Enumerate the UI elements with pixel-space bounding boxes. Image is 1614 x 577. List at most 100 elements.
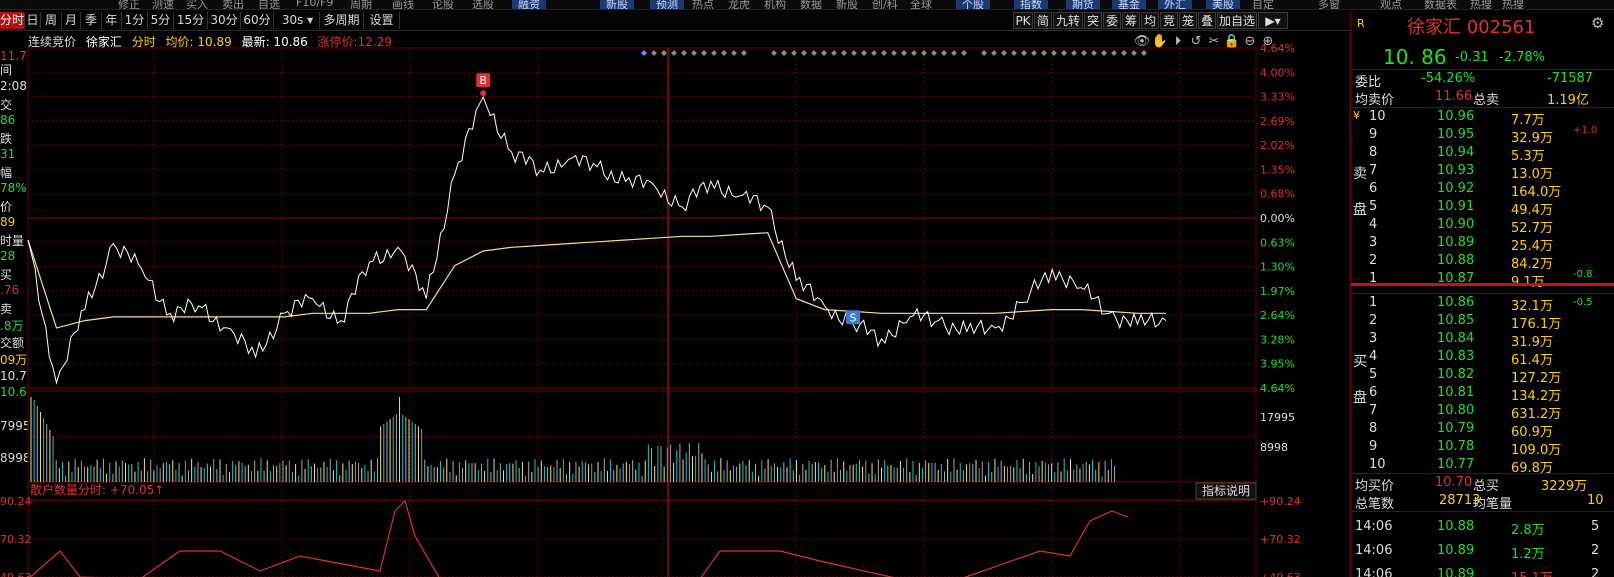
top-menu-item-30[interactable]: 热搜 (1470, 0, 1492, 9)
top-menu-item-18[interactable]: 创/科 (872, 0, 898, 9)
event-diamond-icon[interactable] (991, 50, 997, 56)
top-menu-item-24[interactable]: 外汇 (1158, 0, 1192, 9)
event-diamond-icon[interactable] (1021, 50, 1027, 56)
period-tab-13[interactable]: 设置 (364, 12, 400, 29)
event-diamond-icon[interactable] (691, 50, 697, 56)
overlay-button-8[interactable]: 笼 (1179, 12, 1197, 29)
event-diamond-icon[interactable] (1001, 50, 1007, 56)
overlay-button-1[interactable]: 简 (1034, 12, 1052, 29)
top-menu-item-23[interactable]: 基金 (1112, 0, 1146, 9)
event-diamond-icon[interactable] (651, 50, 657, 56)
event-diamond-icon[interactable] (901, 50, 907, 56)
event-diamond-icon[interactable] (821, 50, 827, 56)
period-tab-3[interactable]: 月 (62, 12, 81, 29)
event-diamond-icon[interactable] (1051, 50, 1057, 56)
top-menu-item-3[interactable]: 卖出 (222, 0, 244, 9)
top-menu-item-12[interactable]: 预测 (650, 0, 684, 9)
event-diamond-icon[interactable] (881, 50, 887, 56)
overlay-button-0[interactable]: PK (1013, 12, 1033, 29)
top-menu-item-26[interactable]: 自定 (1252, 0, 1274, 9)
overlay-button-5[interactable]: 筹 (1122, 12, 1140, 29)
event-diamond-icon[interactable] (731, 50, 737, 56)
period-tab-0[interactable]: 分时 (0, 12, 25, 29)
event-diamond-icon[interactable] (921, 50, 927, 56)
top-menu-item-6[interactable]: 周期 (350, 0, 372, 9)
event-diamond-icon[interactable] (791, 50, 797, 56)
top-menu-item-31[interactable]: 热搜 (1502, 0, 1524, 9)
overlay-button-7[interactable]: 竞 (1160, 12, 1178, 29)
top-menu-item-1[interactable]: 测速 (152, 0, 174, 9)
period-tab-11[interactable]: 30s ▾ (276, 12, 320, 29)
event-diamond-icon[interactable] (781, 50, 787, 56)
event-diamond-icon[interactable] (1071, 50, 1077, 56)
top-menu-item-0[interactable]: 修正 (118, 0, 140, 9)
top-menu-item-16[interactable]: 数据 (800, 0, 822, 9)
top-menu-item-9[interactable]: 选股 (472, 0, 494, 9)
event-diamond-icon[interactable] (1041, 50, 1047, 56)
top-menu-item-10[interactable]: 融资 (512, 0, 546, 9)
top-menu-item-2[interactable]: 买入 (186, 0, 208, 9)
event-diamond-icon[interactable] (1111, 50, 1117, 56)
top-menu-item-13[interactable]: 热点 (692, 0, 714, 9)
period-tab-8[interactable]: 15分 (174, 12, 208, 29)
overlay-button-3[interactable]: 突 (1084, 12, 1102, 29)
overlay-button-9[interactable]: 叠 (1198, 12, 1216, 29)
overlay-button-6[interactable]: 均 (1141, 12, 1159, 29)
event-diamond-icon[interactable] (771, 50, 777, 56)
event-diamond-icon[interactable] (1081, 50, 1087, 56)
period-tab-4[interactable]: 季 (81, 12, 102, 29)
event-diamond-icon[interactable] (1141, 50, 1147, 56)
top-menu-item-17[interactable]: 新股 (836, 0, 858, 9)
event-diamond-icon[interactable] (871, 50, 877, 56)
event-diamond-icon[interactable] (1121, 50, 1127, 56)
event-diamond-icon[interactable] (941, 50, 947, 56)
event-diamond-icon[interactable] (661, 50, 667, 56)
event-diamond-icon[interactable] (1011, 50, 1017, 56)
event-diamond-icon[interactable] (701, 50, 707, 56)
event-diamond-icon[interactable] (1131, 50, 1137, 56)
event-diamond-icon[interactable] (721, 50, 727, 56)
period-tab-5[interactable]: 年 (102, 12, 122, 29)
top-menu-item-5[interactable]: F10/F9 (296, 0, 333, 9)
top-menu-item-4[interactable]: 自选 (258, 0, 280, 9)
period-tab-7[interactable]: 5分 (148, 12, 174, 29)
period-tab-6[interactable]: 1分 (122, 12, 148, 29)
period-tab-10[interactable]: 60分 (241, 12, 274, 29)
event-diamond-icon[interactable] (861, 50, 867, 56)
event-diamond-icon[interactable] (681, 50, 687, 56)
top-menu-item-19[interactable]: 全球 (910, 0, 932, 9)
event-diamond-icon[interactable] (1101, 50, 1107, 56)
event-diamond-icon[interactable] (831, 50, 837, 56)
top-menu-item-21[interactable]: 指数 (1014, 0, 1048, 9)
gear-icon[interactable]: ⚙ (1591, 14, 1604, 32)
event-diamond-icon[interactable] (841, 50, 847, 56)
event-diamond-icon[interactable] (911, 50, 917, 56)
event-diamond-icon[interactable] (1061, 50, 1067, 56)
top-menu-item-20[interactable]: 个股 (956, 0, 990, 9)
event-diamond-icon[interactable] (801, 50, 807, 56)
top-menu-item-14[interactable]: 龙虎 (728, 0, 750, 9)
period-tab-12[interactable]: 多周期 (320, 12, 364, 29)
event-diamond-icon[interactable] (891, 50, 897, 56)
event-diamond-icon[interactable] (851, 50, 857, 56)
period-tab-9[interactable]: 30分 (208, 12, 241, 29)
overlay-button-11[interactable]: ▶▾ (1258, 12, 1288, 29)
top-menu-item-28[interactable]: 观点 (1380, 0, 1402, 9)
overlay-button-10[interactable]: 加自选 (1217, 12, 1257, 29)
top-menu-item-7[interactable]: 画线 (392, 0, 414, 9)
event-diamond-icon[interactable] (1031, 50, 1037, 56)
top-menu-item-11[interactable]: 新股 (600, 0, 634, 9)
period-tab-1[interactable]: 日 (25, 12, 41, 29)
event-diamond-icon[interactable] (931, 50, 937, 56)
top-menu-item-27[interactable]: 多窗 (1318, 0, 1340, 9)
top-menu-item-29[interactable]: 数据表 (1424, 0, 1457, 9)
event-diamond-icon[interactable] (741, 50, 747, 56)
event-diamond-icon[interactable] (671, 50, 677, 56)
top-menu-item-15[interactable]: 机构 (764, 0, 786, 9)
overlay-button-2[interactable]: 九转 (1053, 12, 1083, 29)
event-diamond-icon[interactable] (1091, 50, 1097, 56)
event-diamond-icon[interactable] (711, 50, 717, 56)
event-diamond-icon[interactable] (641, 50, 647, 56)
top-menu-item-22[interactable]: 期货 (1066, 0, 1100, 9)
event-diamond-icon[interactable] (951, 50, 957, 56)
